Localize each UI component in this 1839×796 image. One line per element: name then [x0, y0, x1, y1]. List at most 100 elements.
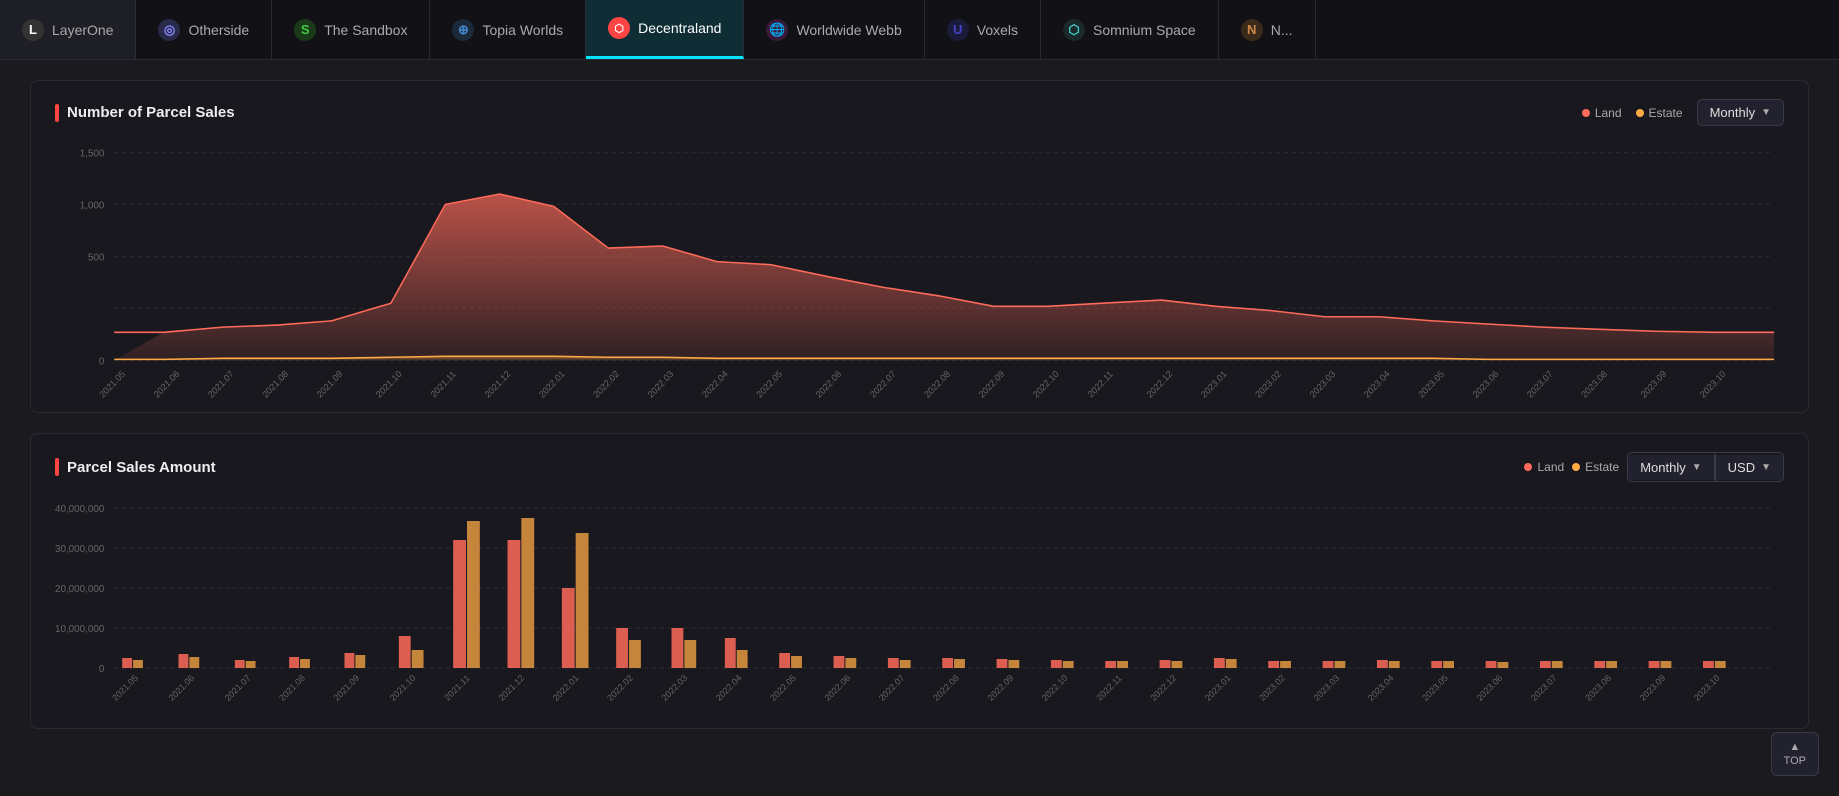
chart2-legend-land: Land: [1524, 460, 1564, 474]
svg-text:2023.02: 2023.02: [1253, 369, 1283, 400]
land-dot-2: [1524, 463, 1532, 471]
svg-text:2022.11: 2022.11: [1086, 369, 1115, 400]
main-content: Number of Parcel Sales Land Estate Month…: [0, 60, 1839, 769]
tab-sandbox[interactable]: S The Sandbox: [272, 0, 430, 59]
svg-text:30,000,000: 30,000,000: [55, 544, 105, 555]
svg-text:2021.05: 2021.05: [97, 369, 127, 400]
svg-text:2021.06: 2021.06: [152, 369, 182, 400]
svg-text:0: 0: [99, 356, 105, 367]
n-icon: N: [1241, 19, 1263, 41]
svg-text:2023.05: 2023.05: [1416, 369, 1446, 400]
chart2-panel: Parcel Sales Amount Land Estate Monthly …: [30, 433, 1809, 729]
svg-text:2021.11: 2021.11: [429, 369, 458, 400]
svg-text:2023.01: 2023.01: [1203, 673, 1233, 703]
chart1-legend-estate: Estate: [1636, 106, 1683, 120]
tab-n[interactable]: N N...: [1219, 0, 1316, 59]
chart1-estate-label: Estate: [1649, 106, 1683, 120]
svg-text:2022.11: 2022.11: [1094, 673, 1123, 703]
svg-text:2023.06: 2023.06: [1471, 369, 1501, 400]
tab-otherside[interactable]: ◎ Otherside: [136, 0, 272, 59]
worldwide-icon: 🌐: [766, 19, 788, 41]
chart2-title-container: Parcel Sales Amount: [55, 458, 216, 476]
chart2-land-label: Land: [1537, 460, 1564, 474]
svg-text:2021.12: 2021.12: [496, 673, 526, 703]
svg-text:2022.02: 2022.02: [591, 369, 621, 400]
svg-text:2022.08: 2022.08: [922, 369, 952, 400]
svg-text:2023.04: 2023.04: [1362, 369, 1392, 400]
svg-text:2023.08: 2023.08: [1583, 673, 1613, 703]
svg-text:2021.10: 2021.10: [374, 369, 404, 400]
svg-text:2022.05: 2022.05: [754, 369, 784, 400]
svg-text:2023.10: 2023.10: [1698, 369, 1728, 400]
svg-text:2023.08: 2023.08: [1579, 369, 1609, 400]
chart2-usd-dropdown[interactable]: USD ▼: [1716, 455, 1783, 480]
chart2-monthly-dropdown[interactable]: Monthly ▼: [1628, 455, 1714, 480]
svg-text:2023.04: 2023.04: [1366, 673, 1396, 703]
tab-somnium[interactable]: ⬡ Somnium Space: [1041, 0, 1219, 59]
svg-text:2023.10: 2023.10: [1692, 673, 1722, 703]
svg-text:2022.02: 2022.02: [605, 673, 635, 703]
svg-text:2023.09: 2023.09: [1638, 673, 1668, 703]
svg-text:2023.05: 2023.05: [1420, 673, 1450, 703]
svg-text:2021.07: 2021.07: [206, 369, 236, 400]
layerone-icon: L: [22, 19, 44, 41]
svg-text:2021.06: 2021.06: [166, 673, 196, 703]
tab-voxels[interactable]: U Voxels: [925, 0, 1041, 59]
svg-text:2023.07: 2023.07: [1529, 673, 1559, 703]
svg-text:2022.09: 2022.09: [977, 369, 1007, 400]
chevron-down-icon-3: ▼: [1761, 462, 1771, 473]
chart1-controls: Land Estate Monthly ▼: [1582, 99, 1784, 126]
svg-text:2021.09: 2021.09: [315, 369, 345, 400]
top-arrow-icon: ▲: [1789, 741, 1800, 753]
svg-text:500: 500: [88, 252, 105, 263]
svg-text:2021.09: 2021.09: [331, 673, 361, 703]
svg-text:2022.01: 2022.01: [551, 673, 581, 703]
tab-n-label: N...: [1271, 22, 1293, 38]
tab-voxels-label: Voxels: [977, 22, 1018, 38]
chart2-dropdown-group: Monthly ▼ USD ▼: [1627, 452, 1784, 482]
chart2-usd-label: USD: [1728, 460, 1755, 475]
chart1-area: 1,500 1,000 500 0: [55, 142, 1784, 402]
svg-text:2022.04: 2022.04: [714, 673, 744, 703]
svg-text:2022.06: 2022.06: [814, 369, 844, 400]
tab-layerone[interactable]: L LayerOne: [0, 0, 136, 59]
svg-text:1,500: 1,500: [80, 148, 105, 159]
svg-text:2021.08: 2021.08: [260, 369, 290, 400]
tab-decentraland-label: Decentraland: [638, 20, 721, 36]
svg-text:2021.05: 2021.05: [110, 673, 140, 703]
chart1-title-bar: [55, 104, 59, 122]
sandbox-icon: S: [294, 19, 316, 41]
chart1-monthly-label: Monthly: [1710, 105, 1756, 120]
chart1-monthly-dropdown[interactable]: Monthly ▼: [1697, 99, 1784, 126]
tab-decentraland[interactable]: ⬡ Decentraland: [586, 0, 744, 59]
tab-topia[interactable]: ⊕ Topia Worlds: [430, 0, 586, 59]
chart2-svg: 40,000,000 30,000,000 20,000,000 10,000,…: [55, 498, 1784, 718]
svg-text:2023.03: 2023.03: [1308, 369, 1338, 400]
top-button[interactable]: ▲ TOP: [1771, 732, 1819, 776]
svg-text:0: 0: [99, 664, 105, 675]
svg-text:10,000,000: 10,000,000: [55, 624, 105, 635]
chart1-title-container: Number of Parcel Sales: [55, 104, 235, 122]
tab-sandbox-label: The Sandbox: [324, 22, 407, 38]
svg-text:2023.06: 2023.06: [1475, 673, 1505, 703]
decentraland-icon: ⬡: [608, 17, 630, 39]
chart2-legend-estate: Estate: [1572, 460, 1619, 474]
svg-text:2022.06: 2022.06: [822, 673, 852, 703]
somnium-icon: ⬡: [1063, 19, 1085, 41]
tab-otherside-label: Otherside: [188, 22, 249, 38]
svg-text:2023.09: 2023.09: [1639, 369, 1669, 400]
svg-text:2023.02: 2023.02: [1257, 673, 1287, 703]
tab-worldwide[interactable]: 🌐 Worldwide Webb: [744, 0, 924, 59]
land-dot: [1582, 109, 1590, 117]
svg-text:2023.03: 2023.03: [1312, 673, 1342, 703]
chart2-estate-label: Estate: [1585, 460, 1619, 474]
chart1-title: Number of Parcel Sales: [67, 104, 235, 121]
estate-dot: [1636, 109, 1644, 117]
svg-text:2022.01: 2022.01: [537, 369, 567, 400]
svg-text:20,000,000: 20,000,000: [55, 584, 105, 595]
tab-layerone-label: LayerOne: [52, 22, 113, 38]
svg-text:2022.03: 2022.03: [659, 673, 689, 703]
chart2-monthly-label: Monthly: [1640, 460, 1686, 475]
svg-text:2022.05: 2022.05: [768, 673, 798, 703]
svg-text:2021.11: 2021.11: [442, 673, 471, 703]
